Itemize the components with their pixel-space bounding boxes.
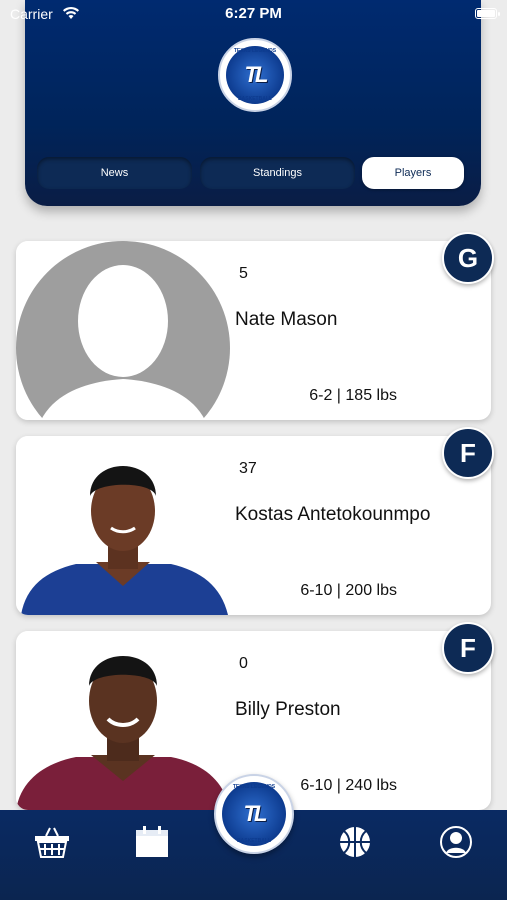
logo-ring-top-text: TEXAS LEGENDS — [233, 48, 277, 54]
status-bar: Carrier 6:27 PM — [0, 0, 507, 28]
player-number: 5 — [239, 265, 248, 282]
position-badge: G — [442, 232, 494, 284]
bottom-tab-bar: TEXAS LEGENDS TL BASKETBALL — [0, 774, 507, 900]
tab-standings[interactable]: Standings — [200, 157, 355, 189]
profile-icon[interactable] — [436, 824, 476, 860]
shop-basket-icon[interactable] — [32, 824, 72, 860]
player-card[interactable]: 5 Nate Mason 6-2 | 185 lbs — [16, 241, 491, 420]
header-card: TEXAS LEGENDS TL BASKETBALL News Standin… — [25, 0, 481, 206]
player-name: Billy Preston — [235, 699, 341, 720]
calendar-icon[interactable] — [132, 824, 172, 860]
player-number: 0 — [239, 655, 248, 672]
player-card[interactable]: 37 Kostas Antetokounmpo 6-10 | 200 lbs — [16, 436, 491, 615]
segmented-tabs: News Standings Players — [37, 157, 469, 189]
home-logo-button[interactable]: TEXAS LEGENDS TL BASKETBALL — [214, 774, 294, 854]
player-height-weight: 6-2 | 185 lbs — [309, 387, 397, 404]
tab-players[interactable]: Players — [362, 157, 464, 189]
tab-news[interactable]: News — [37, 157, 192, 189]
team-logo: TEXAS LEGENDS TL BASKETBALL — [218, 38, 292, 112]
position-badge: F — [442, 622, 494, 674]
player-name: Nate Mason — [235, 309, 338, 330]
player-photo — [16, 631, 231, 810]
logo-monogram: TL — [243, 801, 268, 826]
player-name: Kostas Antetokounmpo — [235, 504, 431, 525]
player-number: 37 — [239, 460, 257, 477]
player-height-weight: 6-10 | 200 lbs — [300, 582, 397, 599]
battery-icon — [475, 8, 500, 19]
position-badge: F — [442, 427, 494, 479]
player-photo — [16, 436, 231, 615]
logo-monogram: TL — [244, 62, 269, 87]
logo-ring-bottom-text: BASKETBALL — [238, 96, 272, 102]
logo-ring-bottom-text: BASKETBALL — [237, 838, 271, 844]
basketball-icon[interactable] — [335, 824, 375, 860]
player-photo-placeholder — [16, 241, 231, 420]
logo-ring-top-text: TEXAS LEGENDS — [232, 784, 276, 790]
clock-time: 6:27 PM — [225, 5, 282, 22]
